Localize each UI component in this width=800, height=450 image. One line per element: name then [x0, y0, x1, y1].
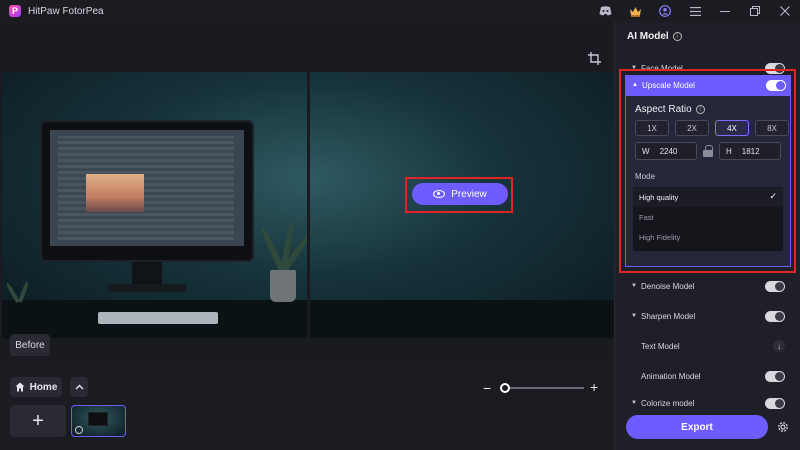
app-title: HitPaw FotorPea	[28, 5, 104, 17]
height-field[interactable]: H 1812	[719, 142, 781, 160]
scale-2x-button[interactable]: 2X	[675, 120, 709, 136]
crop-icon[interactable]	[588, 52, 604, 68]
height-label: H	[726, 146, 732, 156]
scale-1x-button[interactable]: 1X	[635, 120, 669, 136]
mode-fast[interactable]: Fast	[633, 207, 783, 227]
discord-icon[interactable]	[590, 0, 620, 22]
scale-8x-button[interactable]: 8X	[755, 120, 789, 136]
sharpen-model-toggle[interactable]	[765, 310, 785, 322]
app-logo-letter: P	[11, 6, 18, 16]
app-logo: P	[9, 5, 21, 17]
zoom-slider-track[interactable]	[500, 387, 584, 389]
export-button[interactable]: Export	[626, 415, 768, 439]
zoom-slider-handle[interactable]	[500, 383, 510, 393]
checkmark-icon: ✓	[769, 191, 777, 201]
processing-badge-icon	[75, 426, 83, 434]
caret-down-icon: ▼	[631, 283, 637, 289]
before-image	[2, 72, 307, 338]
width-field[interactable]: W 2240	[635, 142, 697, 160]
sharpen-model-row[interactable]: ▼ Sharpen Model	[615, 306, 799, 326]
denoise-model-toggle[interactable]	[765, 280, 785, 292]
colorize-model-row[interactable]: ▼ Colorize model	[615, 396, 799, 410]
zoom-out-button[interactable]: −	[483, 380, 491, 396]
aspect-ratio-title: Aspect Ratio i	[635, 104, 705, 115]
caret-down-icon: ▼	[631, 313, 637, 319]
title-bar: P HitPaw FotorPea	[0, 0, 800, 22]
mode-item-label: Fast	[639, 212, 654, 222]
app-window: P HitPaw FotorPea Before Preview Home + …	[0, 0, 800, 450]
height-value: 1812	[741, 146, 760, 156]
animation-model-row[interactable]: Animation Model	[615, 366, 799, 386]
close-icon[interactable]	[770, 0, 800, 22]
home-icon	[15, 382, 25, 392]
title-bar-icons	[590, 0, 800, 22]
menu-icon[interactable]	[680, 0, 710, 22]
animation-model-toggle[interactable]	[765, 370, 785, 382]
panel-title-text: AI Model	[627, 31, 669, 42]
denoise-model-label: Denoise Model	[641, 281, 695, 291]
account-icon[interactable]	[650, 0, 680, 22]
colorize-model-label: Colorize model	[641, 398, 695, 408]
width-value: 2240	[659, 146, 678, 156]
sharpen-model-label: Sharpen Model	[641, 311, 696, 321]
panel-title: AI Model i	[627, 31, 682, 42]
scale-options: 1X 2X 4X 8X	[635, 120, 789, 136]
mode-high-quality[interactable]: High quality ✓	[633, 187, 783, 207]
home-label: Home	[29, 381, 58, 393]
mode-label: Mode	[635, 172, 656, 181]
crown-icon[interactable]	[620, 0, 650, 22]
denoise-model-row[interactable]: ▼ Denoise Model	[615, 276, 799, 296]
scale-4x-button[interactable]: 4X	[715, 120, 749, 136]
gear-icon[interactable]	[775, 419, 791, 435]
mode-list: High quality ✓ Fast High Fidelity	[633, 187, 783, 251]
upscale-model-toggle[interactable]	[766, 80, 786, 91]
info-icon[interactable]: i	[695, 105, 705, 114]
chevron-up-icon	[75, 384, 83, 390]
aspect-ratio-label: Aspect Ratio	[635, 104, 692, 115]
text-model-label: Text Model	[641, 341, 680, 351]
zoom-in-button[interactable]: +	[590, 379, 598, 395]
preview-button[interactable]: Preview	[412, 183, 508, 205]
home-button[interactable]: Home	[10, 377, 62, 397]
maximize-icon[interactable]	[740, 0, 770, 22]
collapse-up-button[interactable]	[70, 377, 88, 397]
minimize-icon[interactable]	[710, 0, 740, 22]
image-canvas[interactable]	[0, 22, 614, 366]
upscale-model-row[interactable]: ▲ Upscale Model	[626, 76, 790, 96]
width-label: W	[642, 146, 650, 156]
upscale-model-section: ▲ Upscale Model Aspect Ratio i 1X 2X 4X …	[625, 75, 791, 267]
eye-icon	[433, 190, 446, 198]
upscale-model-label: Upscale Model	[642, 81, 695, 90]
add-image-button[interactable]: +	[10, 405, 66, 437]
info-icon[interactable]: i	[672, 32, 682, 41]
bottom-bar: Home + − +	[0, 366, 614, 450]
ai-model-panel: AI Model i ▼ Face Model ▲ Upscale Model …	[614, 22, 800, 450]
colorize-model-toggle[interactable]	[765, 397, 785, 409]
caret-down-icon: ▼	[631, 400, 637, 406]
text-model-row[interactable]: Text Model ↓	[615, 336, 799, 356]
before-button[interactable]: Before	[10, 334, 50, 356]
lock-icon[interactable]	[703, 145, 713, 157]
dimension-fields: W 2240 H 1812	[635, 142, 781, 160]
mode-item-label: High Fidelity	[639, 232, 681, 242]
image-thumbnail[interactable]	[71, 405, 126, 437]
mode-item-label: High quality	[639, 192, 679, 202]
mode-high-fidelity[interactable]: High Fidelity	[633, 227, 783, 247]
download-icon[interactable]: ↓	[773, 340, 785, 352]
animation-model-label: Animation Model	[641, 371, 701, 381]
preview-label: Preview	[451, 188, 487, 200]
caret-up-icon: ▲	[632, 82, 638, 88]
